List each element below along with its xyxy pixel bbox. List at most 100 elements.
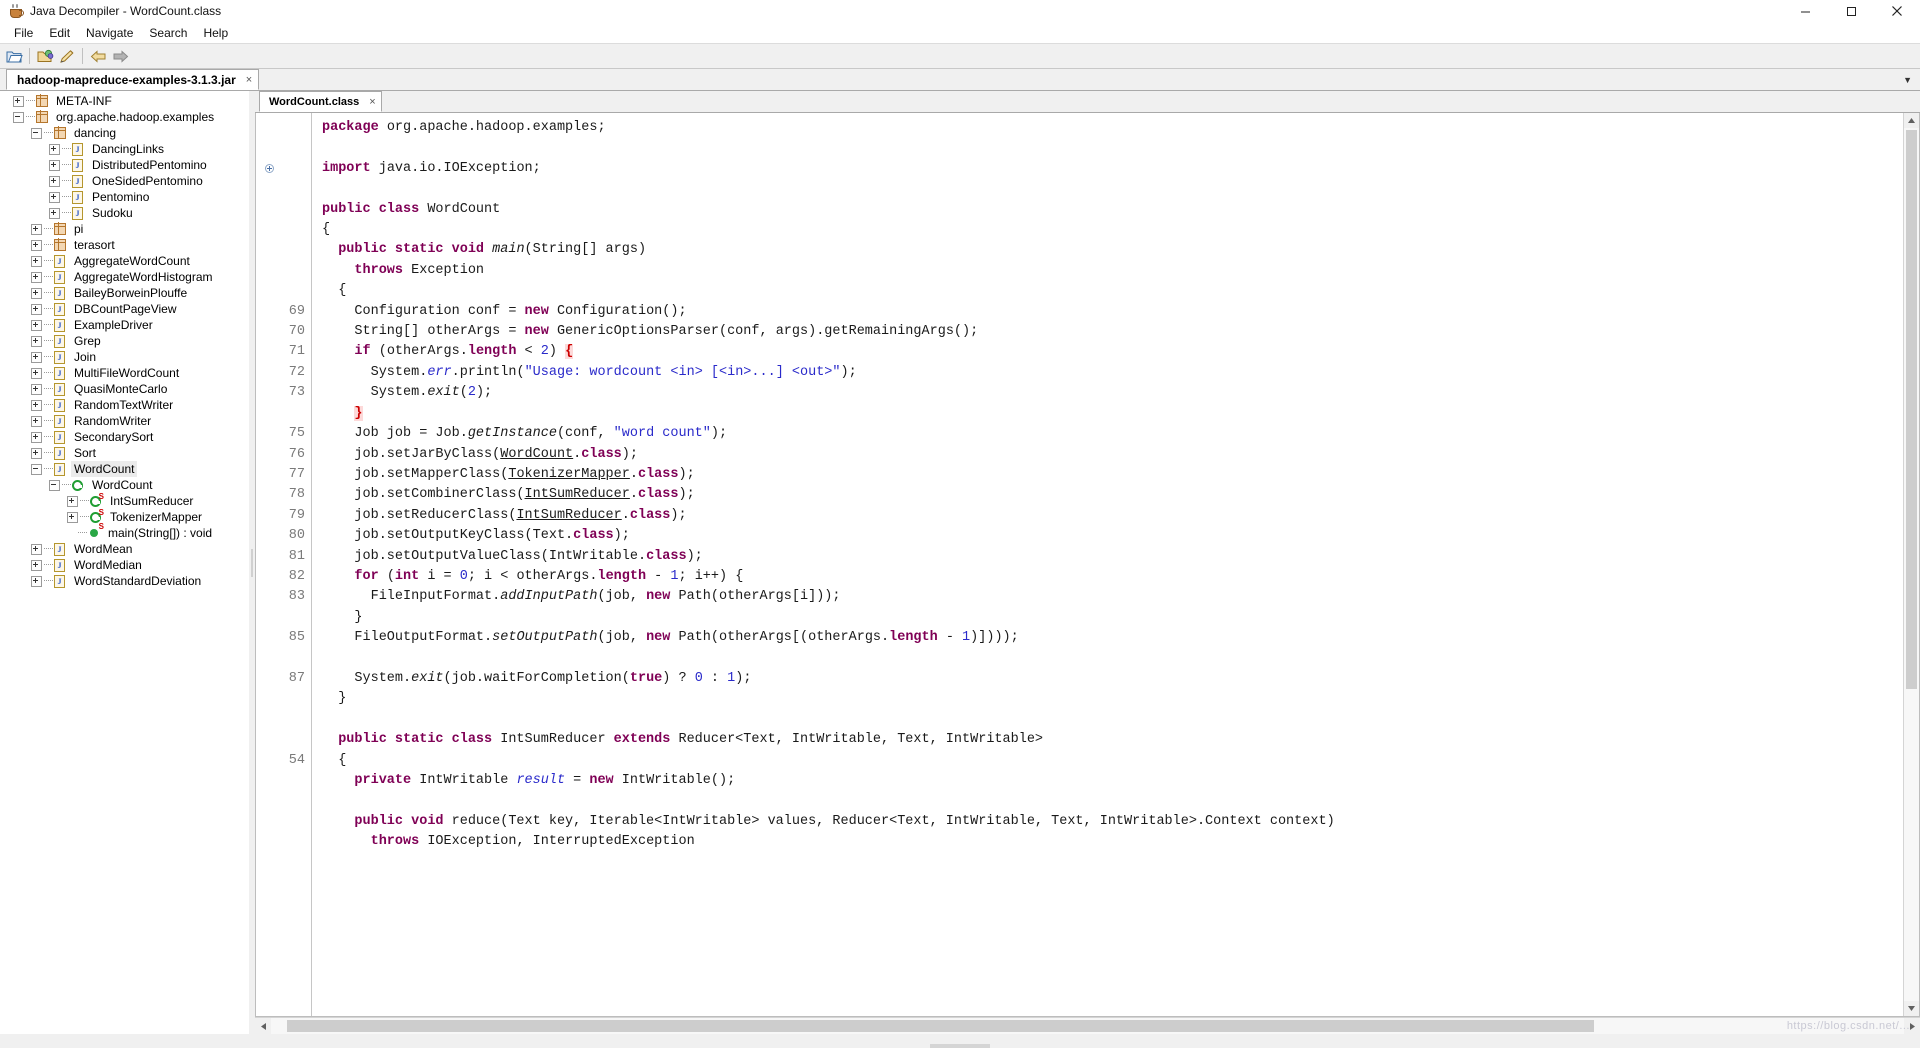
expand-icon[interactable] bbox=[31, 367, 42, 379]
expand-icon[interactable] bbox=[67, 495, 78, 507]
vertical-scroll-thumb[interactable] bbox=[1906, 130, 1917, 689]
tree-node-randomtextwriter[interactable]: J RandomTextWriter bbox=[3, 397, 248, 413]
tree-node-intsumreducer[interactable]: S IntSumReducer bbox=[3, 493, 248, 509]
forward-arrow-icon[interactable] bbox=[109, 46, 131, 66]
line-number bbox=[278, 118, 305, 138]
package-tree[interactable]: META-INF org.apache.hadoop.examples dancin… bbox=[3, 91, 248, 1034]
class-icon bbox=[72, 478, 86, 492]
expand-icon[interactable] bbox=[31, 415, 42, 427]
tree-node-distributedpentomino[interactable]: J DistributedPentomino bbox=[3, 157, 248, 173]
tree-node-randomwriter[interactable]: J RandomWriter bbox=[3, 413, 248, 429]
file-tab-close-icon[interactable]: × bbox=[369, 96, 375, 108]
tree-node-org-apache-hadoop-examples[interactable]: org.apache.hadoop.examples bbox=[3, 109, 248, 125]
tree-node-dancing[interactable]: dancing bbox=[3, 125, 248, 141]
source-code[interactable]: package org.apache.hadoop.examples; impo… bbox=[312, 113, 1919, 1016]
collapse-icon[interactable] bbox=[31, 463, 42, 475]
expand-icon[interactable] bbox=[31, 223, 42, 235]
expand-icon[interactable] bbox=[31, 383, 42, 395]
tree-node-main-string-void[interactable]: Smain(String[]) : void bbox=[3, 523, 248, 541]
expand-icon[interactable] bbox=[31, 399, 42, 411]
expand-icon[interactable] bbox=[49, 191, 60, 203]
fold-expand-icon[interactable] bbox=[265, 163, 274, 173]
collapse-icon[interactable] bbox=[49, 479, 60, 491]
maximize-button[interactable] bbox=[1828, 0, 1874, 22]
code-line: System.exit(2); bbox=[322, 383, 1919, 403]
minimize-button[interactable] bbox=[1782, 0, 1828, 22]
editor-vertical-scrollbar[interactable] bbox=[1903, 113, 1919, 1016]
expand-icon[interactable] bbox=[31, 239, 42, 251]
horizontal-scroll-track[interactable] bbox=[271, 1018, 1904, 1034]
scroll-down-button[interactable] bbox=[1904, 1001, 1919, 1016]
tree-node-exampledriver[interactable]: J ExampleDriver bbox=[3, 317, 248, 333]
collapse-icon[interactable] bbox=[13, 111, 24, 123]
expand-icon[interactable] bbox=[49, 143, 60, 155]
jar-tab[interactable]: hadoop-mapreduce-examples-3.1.3.jar × bbox=[6, 69, 260, 90]
menu-search[interactable]: Search bbox=[141, 24, 195, 42]
tree-node-grep[interactable]: J Grep bbox=[3, 333, 248, 349]
file-tab-wordcount[interactable]: WordCount.class × bbox=[259, 91, 382, 112]
expand-icon[interactable] bbox=[31, 271, 42, 283]
close-button[interactable] bbox=[1874, 0, 1920, 22]
back-arrow-icon[interactable] bbox=[87, 46, 109, 66]
expand-icon[interactable] bbox=[31, 255, 42, 267]
tree-node-wordcount[interactable]: J WordCount bbox=[3, 461, 248, 477]
expand-icon[interactable] bbox=[49, 207, 60, 219]
expand-icon[interactable] bbox=[31, 431, 42, 443]
expand-icon[interactable] bbox=[49, 159, 60, 171]
jar-tab-close-icon[interactable]: × bbox=[246, 74, 252, 86]
tree-node-sort[interactable]: J Sort bbox=[3, 445, 248, 461]
scroll-up-button[interactable] bbox=[1904, 113, 1919, 128]
expand-icon[interactable] bbox=[49, 175, 60, 187]
menu-navigate[interactable]: Navigate bbox=[78, 24, 141, 42]
save-source-icon[interactable] bbox=[56, 46, 78, 66]
collapse-icon[interactable] bbox=[31, 127, 42, 139]
expand-icon[interactable] bbox=[31, 447, 42, 459]
expand-icon[interactable] bbox=[31, 303, 42, 315]
tree-node-wordcount[interactable]: WordCount bbox=[3, 477, 248, 493]
menu-edit[interactable]: Edit bbox=[41, 24, 78, 42]
tree-node-meta-inf[interactable]: META-INF bbox=[3, 93, 248, 109]
tree-node-wordmean[interactable]: J WordMean bbox=[3, 541, 248, 557]
tree-node-aggregatewordhistogram[interactable]: J AggregateWordHistogram bbox=[3, 269, 248, 285]
open-type-icon[interactable] bbox=[34, 46, 56, 66]
tree-node-dbcountpageview[interactable]: J DBCountPageView bbox=[3, 301, 248, 317]
code-token: import bbox=[322, 160, 379, 176]
vertical-scroll-track[interactable] bbox=[1904, 128, 1919, 1001]
code-editor[interactable]: 69 70 71 72 73 75 76 77 78 79 80 81 82 83 85 87 54 p… bbox=[255, 113, 1920, 1017]
tree-connector bbox=[44, 308, 53, 310]
tree-node-terasort[interactable]: terasort bbox=[3, 237, 248, 253]
tree-node-aggregatewordcount[interactable]: J AggregateWordCount bbox=[3, 253, 248, 269]
tree-node-wordmedian[interactable]: J WordMedian bbox=[3, 557, 248, 573]
open-file-icon[interactable] bbox=[3, 46, 25, 66]
expand-icon[interactable] bbox=[13, 95, 24, 107]
expand-icon[interactable] bbox=[31, 575, 42, 587]
expand-icon[interactable] bbox=[31, 351, 42, 363]
tree-node-secondarysort[interactable]: J SecondarySort bbox=[3, 429, 248, 445]
expand-icon[interactable] bbox=[31, 559, 42, 571]
code-token: ); bbox=[686, 548, 703, 564]
expand-icon[interactable] bbox=[31, 335, 42, 347]
tree-node-dancinglinks[interactable]: J DancingLinks bbox=[3, 141, 248, 157]
fold-gutter[interactable] bbox=[256, 113, 278, 1016]
menu-file[interactable]: File bbox=[6, 24, 41, 42]
tree-node-join[interactable]: J Join bbox=[3, 349, 248, 365]
expand-icon[interactable] bbox=[67, 511, 78, 523]
expand-icon[interactable] bbox=[31, 319, 42, 331]
expand-icon[interactable] bbox=[31, 287, 42, 299]
horizontal-scroll-thumb[interactable] bbox=[287, 1020, 1594, 1032]
expand-icon[interactable] bbox=[31, 543, 42, 555]
tree-node-baileyborweinplouffe[interactable]: J BaileyBorweinPlouffe bbox=[3, 285, 248, 301]
jar-tabs-overflow-icon[interactable]: ▼ bbox=[1903, 71, 1920, 90]
scroll-left-button[interactable] bbox=[255, 1018, 271, 1034]
tree-node-wordstandarddeviation[interactable]: J WordStandardDeviation bbox=[3, 573, 248, 589]
tree-node-quasimontecarlo[interactable]: J QuasiMonteCarlo bbox=[3, 381, 248, 397]
editor-horizontal-scrollbar[interactable] bbox=[255, 1017, 1920, 1034]
tree-node-tokenizermapper[interactable]: S TokenizerMapper bbox=[3, 509, 248, 525]
menu-help[interactable]: Help bbox=[195, 24, 236, 42]
tree-node-multifilewordcount[interactable]: J MultiFileWordCount bbox=[3, 365, 248, 381]
tree-node-pi[interactable]: pi bbox=[3, 221, 248, 237]
tree-node-onesidedpentomino[interactable]: J OneSidedPentomino bbox=[3, 173, 248, 189]
tree-node-sudoku[interactable]: J Sudoku bbox=[3, 205, 248, 221]
tree-node-pentomino[interactable]: J Pentomino bbox=[3, 189, 248, 205]
